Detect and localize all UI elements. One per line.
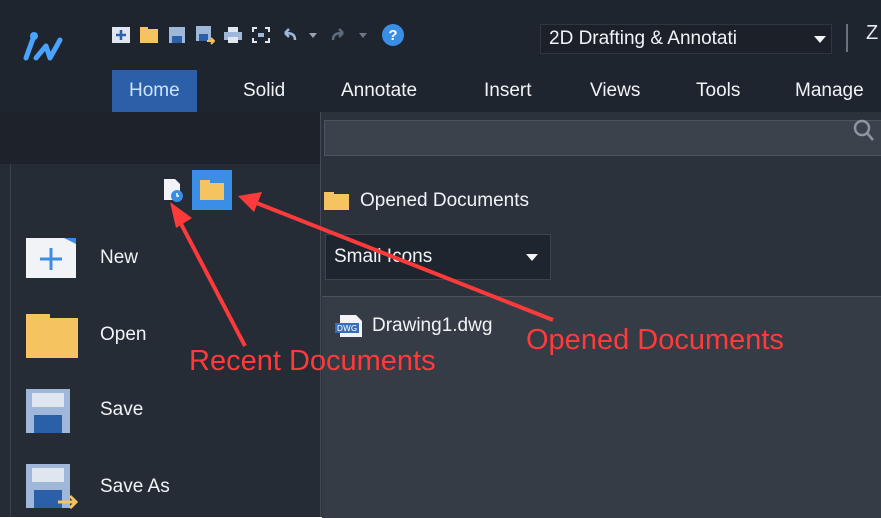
save-icon[interactable] [166,24,188,46]
workspace-select-value: 2D Drafting & Annotati [549,28,737,49]
dwg-file-icon: DWG [335,315,362,337]
save-as-disk-icon [26,464,78,510]
backstage-menu-header [0,112,320,164]
toolbar-cutoff-text: Z [866,22,879,44]
app-logo-icon[interactable] [20,28,64,68]
document-item[interactable]: DWG Drawing1.dwg [334,314,492,338]
menu-item-save-label: Save [100,399,144,420]
open-folder-icon[interactable] [138,24,160,46]
ribbon-tabs: Home Solid Annotate Insert Views Tools M… [0,70,881,112]
workspace-select[interactable]: 2D Drafting & Annotati [540,24,832,54]
recent-documents-annotation: Recent Documents [189,345,436,377]
opened-documents-header: Opened Documents [322,190,529,212]
workspace-chevron-down-icon [809,30,831,48]
view-mode-value: Small Icons [334,246,433,267]
tab-solid[interactable]: Solid [243,70,285,112]
menu-item-new-label: New [100,247,139,268]
tab-home[interactable]: Home [112,70,197,112]
tab-manage[interactable]: Manage [795,70,864,112]
undo-icon[interactable] [278,24,300,46]
undo-dropdown-chevron-icon[interactable] [306,24,320,46]
new-document-icon [26,238,76,278]
menu-item-save-as-label: Save As [100,476,170,497]
redo-dropdown-chevron-icon[interactable] [356,24,370,46]
view-mode-select[interactable]: Small Icons [325,234,551,280]
toolbar-divider [846,24,848,52]
opened-documents-title: Opened Documents [360,190,529,211]
help-icon[interactable]: ? [382,24,404,46]
recent-documents-icon [164,179,183,202]
quick-access-toolbar: ? [110,20,412,50]
zoom-extents-icon[interactable] [250,24,272,46]
opened-documents-folder-icon [200,180,224,200]
tab-insert[interactable]: Insert [484,70,532,112]
opened-documents-toggle[interactable] [192,170,232,210]
print-icon[interactable] [222,24,244,46]
svg-text:DWG: DWG [337,324,357,333]
save-as-icon[interactable] [194,24,216,46]
open-folder-icon [26,314,78,358]
menu-item-open[interactable]: Open [18,312,146,358]
tab-tools[interactable]: Tools [696,70,740,112]
document-item-label: Drawing1.dwg [372,315,493,336]
menu-item-new[interactable]: New [18,236,138,280]
tab-annotate[interactable]: Annotate [341,70,417,112]
search-input[interactable] [324,120,881,156]
menu-item-save[interactable]: Save [18,387,143,433]
menu-item-open-label: Open [100,324,147,345]
redo-icon[interactable] [328,24,350,46]
title-bar: ? 2D Drafting & Annotati Z [0,0,881,70]
application-window: ? 2D Drafting & Annotati Z Home Solid An… [0,0,881,518]
save-disk-icon [26,389,70,433]
view-mode-chevron-down-icon [514,253,550,261]
folder-icon [324,192,349,210]
tab-views[interactable]: Views [590,70,640,112]
menu-item-save-as[interactable]: Save As [18,462,170,512]
new-icon[interactable] [110,24,132,46]
opened-documents-annotation: Opened Documents [526,324,784,356]
recent-documents-toggle[interactable] [158,176,186,204]
search-icon[interactable] [852,118,874,147]
